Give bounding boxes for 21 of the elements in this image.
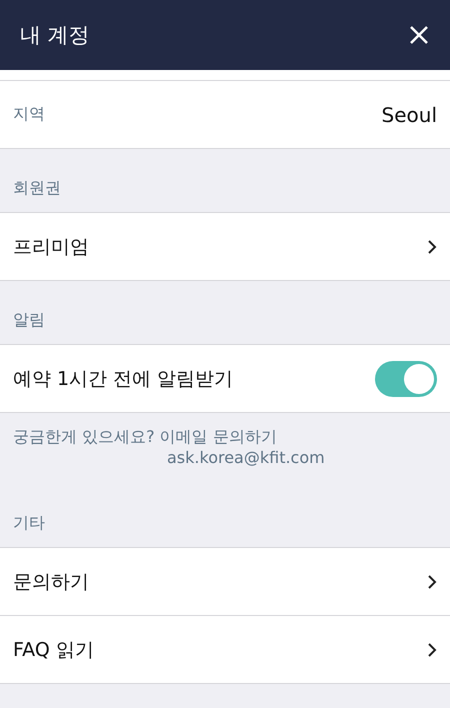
- menu-item-label: FAQ 읽기: [13, 638, 94, 662]
- chevron-right-icon: [427, 642, 437, 658]
- section-title: 회원권: [13, 178, 61, 199]
- toggle-switch[interactable]: [375, 360, 437, 396]
- header-title: 내 계정: [20, 22, 90, 49]
- section-title: 기타: [13, 513, 45, 534]
- menu-item[interactable]: 프리미엄: [0, 213, 450, 281]
- help-text: 궁금한게 있으세요? 이메일 문의하기: [13, 427, 278, 448]
- email-link[interactable]: ask.korea@kfit.com: [167, 448, 437, 467]
- menu-item[interactable]: FAQ 읽기: [0, 616, 450, 684]
- section-title: 알림: [13, 310, 45, 331]
- close-icon: [408, 24, 430, 46]
- region-label: 지역: [13, 104, 45, 125]
- region-value: Seoul: [382, 102, 437, 126]
- chevron-right-icon: [427, 574, 437, 590]
- close-button[interactable]: [408, 24, 430, 46]
- setting-label: 예약 1시간 전에 알림받기: [13, 366, 234, 392]
- menu-item-label: 프리미엄: [13, 234, 89, 260]
- chevron-right-icon: [427, 238, 437, 254]
- menu-item[interactable]: 문의하기: [0, 548, 450, 616]
- menu-item-label: 문의하기: [13, 570, 89, 594]
